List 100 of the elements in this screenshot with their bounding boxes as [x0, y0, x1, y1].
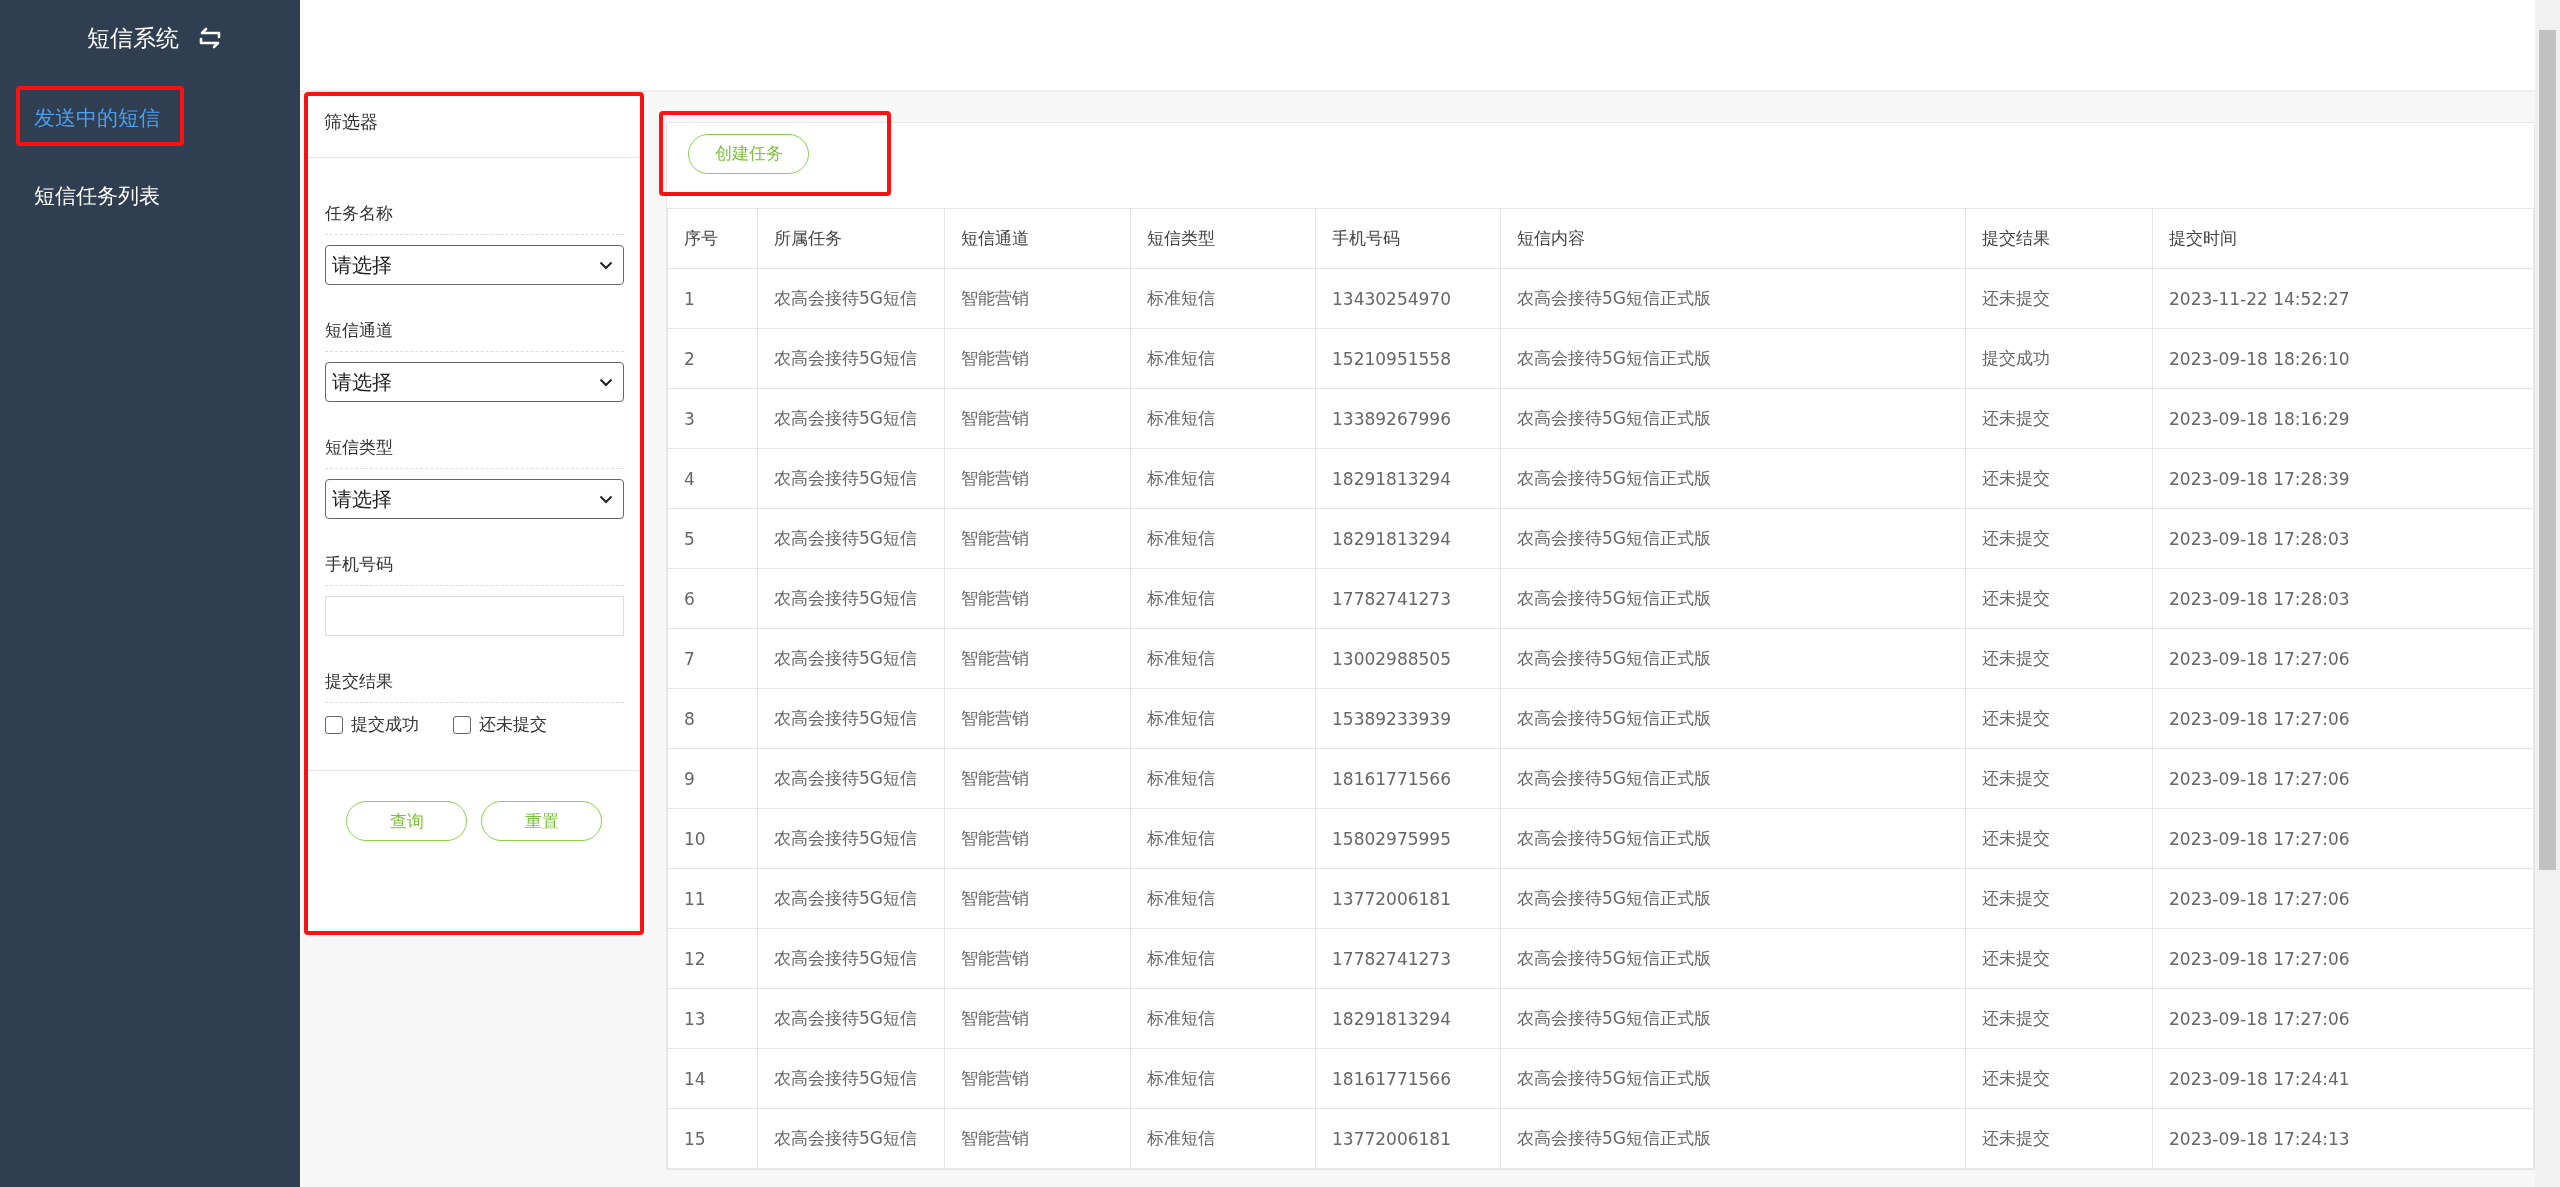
table-cell: 智能营销 [944, 628, 1131, 689]
table-cell: 智能营销 [944, 1108, 1131, 1169]
table-cell: 14 [667, 1048, 758, 1109]
table-cell: 还未提交 [1965, 688, 2153, 749]
column-header: 序号 [667, 208, 758, 269]
table-cell: 农高会接待5G短信正式版 [1500, 328, 1966, 389]
table-cell: 2023-09-18 17:27:06 [2152, 628, 2534, 689]
select-field[interactable]: 请选择 [325, 245, 624, 285]
table-cell: 农高会接待5G短信 [757, 748, 945, 809]
table-cell: 13 [667, 988, 758, 1049]
checkbox[interactable] [325, 715, 343, 734]
table-cell: 智能营销 [944, 328, 1131, 389]
table-cell: 标准短信 [1130, 508, 1316, 569]
table-cell: 标准短信 [1130, 388, 1316, 449]
column-header: 短信类型 [1130, 208, 1316, 269]
table-cell: 农高会接待5G短信 [757, 988, 945, 1049]
table-cell: 农高会接待5G短信 [757, 328, 945, 389]
table-cell: 13002988505 [1315, 628, 1501, 689]
table-cell: 2023-09-18 17:27:06 [2152, 688, 2534, 749]
table-cell: 智能营销 [944, 688, 1131, 749]
scrollbar[interactable] [2535, 0, 2560, 1187]
input-field[interactable] [325, 596, 624, 636]
table-cell: 农高会接待5G短信 [757, 268, 945, 329]
table-cell: 还未提交 [1965, 268, 2153, 329]
table-cell: 2023-09-18 17:27:06 [2152, 808, 2534, 869]
table-cell: 6 [667, 568, 758, 629]
chevron-down-icon [599, 377, 613, 387]
table-cell: 2023-09-18 17:24:13 [2152, 1108, 2534, 1169]
table-cell: 标准短信 [1130, 328, 1316, 389]
table-cell: 17782741273 [1315, 568, 1501, 629]
table-cell: 15 [667, 1108, 758, 1169]
swap-arrows-icon[interactable] [197, 27, 223, 49]
table-cell: 标准短信 [1130, 868, 1316, 929]
table-cell: 智能营销 [944, 928, 1131, 989]
table-cell: 智能营销 [944, 748, 1131, 809]
checkbox[interactable] [453, 715, 471, 734]
table-cell: 还未提交 [1965, 568, 2153, 629]
table-cell: 2 [667, 328, 758, 389]
table-cell: 10 [667, 808, 758, 869]
table-cell: 农高会接待5G短信 [757, 568, 945, 629]
select-field[interactable]: 请选择 [325, 362, 624, 402]
table-cell: 标准短信 [1130, 928, 1316, 989]
table-cell: 农高会接待5G短信正式版 [1500, 748, 1966, 809]
nav-item[interactable]: 发送中的短信 [16, 86, 184, 146]
table-cell: 还未提交 [1965, 388, 2153, 449]
table-cell: 标准短信 [1130, 808, 1316, 869]
table-cell: 1 [667, 268, 758, 329]
table-cell: 2023-09-18 17:28:03 [2152, 508, 2534, 569]
table-cell: 标准短信 [1130, 1108, 1316, 1169]
table-cell: 标准短信 [1130, 1048, 1316, 1109]
table-cell: 标准短信 [1130, 628, 1316, 689]
table-cell: 农高会接待5G短信正式版 [1500, 988, 1966, 1049]
scrollbar-thumb[interactable] [2539, 30, 2556, 870]
table-cell: 还未提交 [1965, 868, 2153, 929]
app-title: 短信系统 [87, 23, 179, 53]
column-header: 短信通道 [944, 208, 1131, 269]
table-cell: 农高会接待5G短信正式版 [1500, 1048, 1966, 1109]
table-cell: 还未提交 [1965, 748, 2153, 809]
table-cell: 还未提交 [1965, 988, 2153, 1049]
table-cell: 农高会接待5G短信正式版 [1500, 568, 1966, 629]
table-cell: 3 [667, 388, 758, 449]
field-label: 任务名称 [325, 192, 624, 235]
table-cell: 17782741273 [1315, 928, 1501, 989]
table-cell: 还未提交 [1965, 508, 2153, 569]
table-cell: 还未提交 [1965, 1108, 2153, 1169]
table-cell: 13430254970 [1315, 268, 1501, 329]
table-cell: 农高会接待5G短信 [757, 928, 945, 989]
table-cell: 智能营销 [944, 988, 1131, 1049]
table-cell: 4 [667, 448, 758, 509]
table-cell: 18291813294 [1315, 988, 1501, 1049]
table-cell: 智能营销 [944, 268, 1131, 329]
table-cell: 7 [667, 628, 758, 689]
table-cell: 农高会接待5G短信 [757, 628, 945, 689]
field-label: 提交结果 [325, 660, 624, 703]
column-header: 短信内容 [1500, 208, 1966, 269]
table-cell: 农高会接待5G短信 [757, 868, 945, 929]
table-cell: 农高会接待5G短信 [757, 1108, 945, 1169]
table-cell: 11 [667, 868, 758, 929]
table-cell: 12 [667, 928, 758, 989]
table-cell: 2023-09-18 17:28:03 [2152, 568, 2534, 629]
table-cell: 13772006181 [1315, 868, 1501, 929]
table-cell: 农高会接待5G短信正式版 [1500, 448, 1966, 509]
table-cell: 农高会接待5G短信 [757, 508, 945, 569]
nav-item[interactable]: 短信任务列表 [16, 164, 184, 224]
table-cell: 还未提交 [1965, 448, 2153, 509]
table-cell: 标准短信 [1130, 448, 1316, 509]
table-cell: 2023-09-18 17:27:06 [2152, 748, 2534, 809]
table-cell: 农高会接待5G短信正式版 [1500, 928, 1966, 989]
field-label: 短信类型 [325, 426, 624, 469]
checkbox-label: 提交成功 [351, 713, 419, 736]
table-cell: 还未提交 [1965, 928, 2153, 989]
table-cell: 智能营销 [944, 448, 1131, 509]
chevron-down-icon [599, 494, 613, 504]
table-cell: 农高会接待5G短信正式版 [1500, 1108, 1966, 1169]
select-field[interactable]: 请选择 [325, 479, 624, 519]
table-cell: 智能营销 [944, 1048, 1131, 1109]
chevron-down-icon [599, 260, 613, 270]
table-cell: 农高会接待5G短信正式版 [1500, 628, 1966, 689]
table-cell: 15802975995 [1315, 808, 1501, 869]
table-cell: 18291813294 [1315, 448, 1501, 509]
